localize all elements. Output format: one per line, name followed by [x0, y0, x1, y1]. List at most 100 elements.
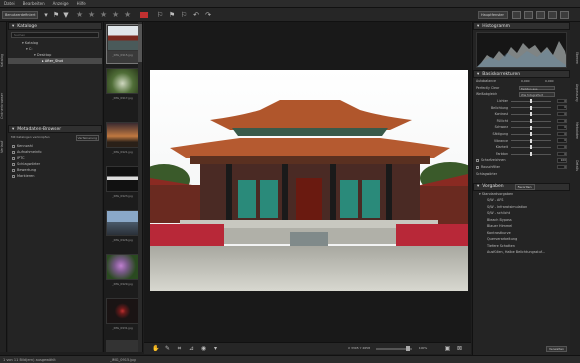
presets-select[interactable]: Favoriten: [514, 183, 535, 190]
slider-value[interactable]: 0: [557, 138, 567, 143]
rotate-right-icon[interactable]: ↷: [204, 11, 212, 19]
compare-view-icon[interactable]: [548, 11, 557, 19]
grid-view-icon[interactable]: [536, 11, 545, 19]
metadata-filter-button[interactable]: Verfeinerung: [75, 135, 99, 141]
slider-handle[interactable]: [530, 119, 532, 124]
thumbnail[interactable]: _IMG_0926.jpg: [106, 210, 139, 250]
thumbnail[interactable]: _IMG_0915.jpg: [106, 24, 140, 64]
collapse-icon[interactable]: ▾: [12, 24, 14, 29]
adjustment-slider-row[interactable]: Schwarz 0: [473, 124, 570, 131]
single-view-icon[interactable]: [524, 11, 533, 19]
noise-checkbox[interactable]: [476, 165, 479, 169]
auto-balance-row[interactable]: Autobalance 0,000 0,000: [473, 78, 570, 85]
hand-tool-icon[interactable]: ✋: [152, 345, 159, 352]
rotate-left-icon[interactable]: ↶: [192, 11, 200, 19]
white-balance-select[interactable]: Wie fotografiert: [519, 92, 555, 97]
adjustment-slider-row[interactable]: Klarheit 0: [473, 144, 570, 151]
noise-row[interactable]: Rauschfilter 0: [473, 164, 570, 171]
more-tools-icon[interactable]: ▾: [212, 345, 219, 352]
thumbnail[interactable]: _IMG_0929.jpg: [106, 254, 139, 294]
scroll-thumb[interactable]: [138, 24, 142, 62]
rating-star-4-icon[interactable]: ★: [112, 11, 119, 19]
crop-tool-icon[interactable]: ⌗: [176, 345, 183, 352]
sharpen-value[interactable]: 100: [557, 158, 567, 163]
adjustment-slider-row[interactable]: Sättigung 0: [473, 131, 570, 138]
slider-handle[interactable]: [530, 145, 532, 150]
rating-star-1-icon[interactable]: ★: [76, 11, 83, 19]
thumbnail[interactable]: _IMG_0917.jpg: [106, 68, 139, 108]
histogram-header[interactable]: ▾ Histogramm: [473, 22, 570, 30]
slider-handle[interactable]: [530, 138, 532, 143]
collapse-icon[interactable]: ▾: [477, 72, 479, 77]
actual-size-icon[interactable]: ⊠: [456, 345, 463, 352]
adjustment-slider-row[interactable]: Kontrast 0: [473, 111, 570, 118]
white-balance-row[interactable]: Weißabgleich Wie fotografiert: [473, 91, 570, 98]
workspace-select[interactable]: Benutzerdefiniert: [2, 11, 38, 19]
menu-view[interactable]: Anzeige: [53, 1, 69, 6]
menu-help[interactable]: Hilfe: [77, 1, 86, 6]
catalog-search-input[interactable]: Suchen: [11, 32, 99, 38]
tab-metadata[interactable]: Metadaten: [571, 114, 579, 148]
tab-layers[interactable]: Ebenen: [571, 44, 579, 72]
metadata-browser-header[interactable]: ▾ Metadaten-Browser: [8, 125, 102, 133]
slider-handle[interactable]: [530, 112, 532, 117]
zoom-slider-handle[interactable]: [406, 346, 410, 351]
menu-edit[interactable]: Bearbeiten: [23, 1, 45, 6]
thumbnail[interactable]: _IMG_0921.jpg: [106, 122, 139, 162]
slider-handle[interactable]: [530, 125, 532, 130]
pick-flag-icon[interactable]: ⚑: [168, 11, 176, 19]
slider-value[interactable]: 0: [557, 151, 567, 157]
thumbnail[interactable]: [106, 340, 139, 352]
meta-field-row[interactable]: Markieren: [8, 173, 102, 179]
monitor-icon[interactable]: [512, 11, 521, 19]
tab-details[interactable]: Details: [571, 152, 579, 180]
presets-header[interactable]: ▾ Vorgaben Favoriten: [473, 182, 570, 191]
tab-catalog[interactable]: Katalog: [0, 40, 7, 80]
preset-item[interactable]: Ausfüllen, Halbe Belichtungsstuf...: [473, 249, 570, 256]
adjustment-slider-row[interactable]: Lichter 0: [473, 98, 570, 105]
straighten-tool-icon[interactable]: ⊿: [188, 345, 195, 352]
slider-value[interactable]: 0: [557, 118, 567, 124]
filmstrip[interactable]: _IMG_0915.jpg _IMG_0917.jpg _IMG_0921.jp…: [103, 22, 143, 352]
slider-value[interactable]: 0: [557, 131, 567, 137]
adjustment-slider-row[interactable]: Belichtung 0: [473, 104, 570, 111]
filter-icon[interactable]: ▾: [42, 11, 50, 19]
tab-adjustment[interactable]: Anpassung: [571, 76, 579, 110]
collapse-icon[interactable]: ▾: [477, 24, 479, 29]
fit-screen-icon[interactable]: ▣: [444, 345, 451, 352]
slider-value[interactable]: 0: [557, 105, 567, 110]
flag-icon[interactable]: ⚑: [52, 11, 60, 19]
sharpen-row[interactable]: Scharfzeichnen 100: [473, 157, 570, 164]
rating-star-3-icon[interactable]: ★: [100, 11, 107, 19]
collapse-icon[interactable]: ▾: [477, 184, 479, 189]
slider-handle[interactable]: [530, 152, 532, 157]
slider-handle[interactable]: [530, 132, 532, 137]
keywords-row[interactable]: Schlagwörter: [473, 170, 570, 177]
sharpen-checkbox[interactable]: [476, 158, 479, 162]
slider-value[interactable]: 0: [557, 125, 567, 130]
funnel-icon[interactable]: ▼: [62, 11, 70, 19]
adjustment-slider-row[interactable]: Vibrance 0: [473, 137, 570, 144]
filmstrip-scrollbar[interactable]: [138, 22, 142, 352]
unflag-icon[interactable]: ⚐: [180, 11, 188, 19]
perfectly-clear-row[interactable]: Perfectly Clear Farbton aus: [473, 85, 570, 92]
redeye-tool-icon[interactable]: ◉: [200, 345, 207, 352]
slider-value[interactable]: 0: [557, 111, 567, 117]
basic-corrections-header[interactable]: ▾ Basiskorrekturen: [473, 70, 570, 78]
tab-folder-browser[interactable]: Ordnerbrowser: [0, 84, 7, 128]
brush-tool-icon[interactable]: ✎: [164, 345, 171, 352]
catalogs-header[interactable]: ▾ Kataloge: [8, 22, 102, 30]
slider-value[interactable]: 0: [557, 98, 567, 104]
manage-presets-button[interactable]: Verwalten: [546, 346, 567, 352]
menu-file[interactable]: Datei: [4, 1, 15, 6]
view-mode-select[interactable]: Hauptfenster: [478, 11, 508, 19]
main-photo[interactable]: [150, 70, 468, 291]
filmstrip-view-icon[interactable]: [560, 11, 569, 19]
thumbnail[interactable]: _IMG_0931.jpg: [106, 298, 139, 338]
color-label-icon[interactable]: [140, 12, 148, 18]
slider-value[interactable]: 0: [557, 144, 567, 150]
thumbnail[interactable]: _IMG_0923.jpg: [106, 166, 139, 206]
reject-flag-icon[interactable]: ⚐: [156, 11, 164, 19]
rating-star-2-icon[interactable]: ★: [88, 11, 95, 19]
adjustment-slider-row[interactable]: Farbton 0: [473, 151, 570, 158]
